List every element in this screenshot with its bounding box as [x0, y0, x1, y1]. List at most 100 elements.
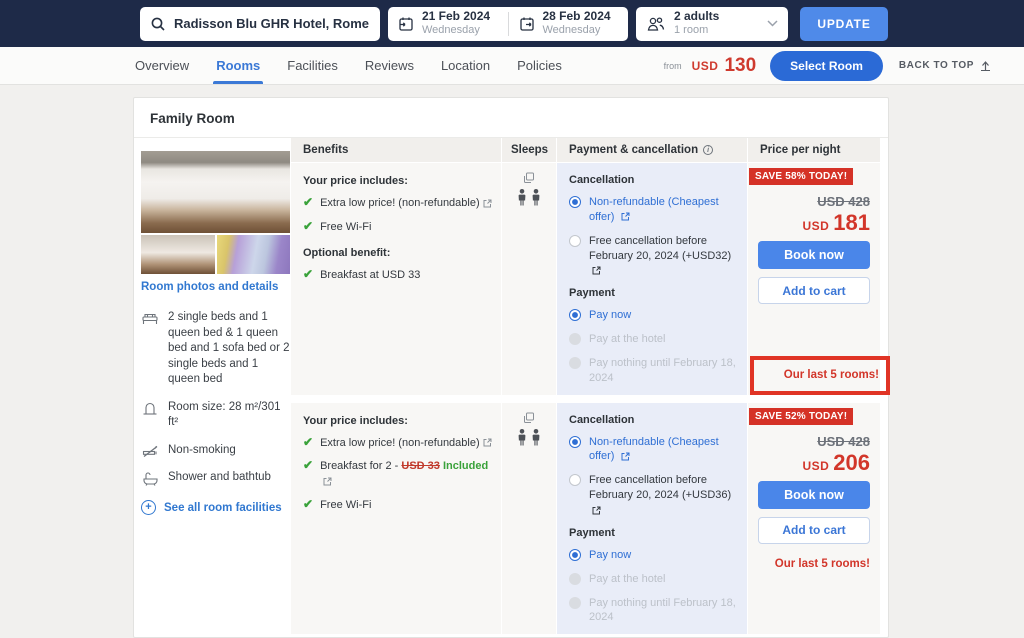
calendar-checkin-icon [397, 15, 415, 33]
room-subnav: Overview Rooms Facilities Reviews Locati… [0, 47, 1024, 85]
back-to-top-button[interactable]: BACK TO TOP [899, 59, 992, 72]
arrow-up-icon [979, 59, 992, 72]
radio-free-cancellation[interactable]: Free cancellation before February 20, 20… [569, 473, 739, 518]
radio-disabled-icon [569, 333, 581, 345]
tab-overview[interactable]: Overview [135, 47, 189, 84]
external-link-icon[interactable] [621, 212, 630, 221]
from-currency: USD [692, 59, 719, 73]
hotel-search-value: Radisson Blu GHR Hotel, Rome [174, 16, 369, 31]
hotel-search-field[interactable]: Radisson Blu GHR Hotel, Rome [140, 7, 380, 41]
benefit-free-wifi: ✔ Free Wi-Fi [303, 220, 493, 235]
non-smoking-text: Non-smoking [168, 443, 236, 459]
external-link-icon[interactable] [592, 266, 601, 275]
rate1-price-cell: SAVE 58% TODAY! USD 428 USD 181 Book now… [748, 163, 880, 395]
radio-pay-now[interactable]: Pay now [569, 308, 739, 323]
includes-label: Your price includes: [303, 415, 493, 427]
add-to-cart-button[interactable]: Add to cart [758, 277, 870, 304]
radio-non-refundable[interactable]: Non-refundable (Cheapest offer) [569, 195, 739, 225]
save-badge: SAVE 58% TODAY! [749, 168, 853, 185]
update-button[interactable]: UPDATE [800, 7, 888, 41]
radio-unselected-icon [569, 474, 581, 486]
check-icon: ✔ [303, 436, 313, 449]
room-photo-thumb-2[interactable] [217, 235, 291, 274]
radio-free-cancellation[interactable]: Free cancellation before February 20, 20… [569, 234, 739, 279]
radio-pay-now[interactable]: Pay now [569, 548, 739, 563]
rate1-sleeps-cell [502, 163, 556, 395]
radio-selected-icon [569, 196, 581, 208]
check-icon: ✔ [303, 196, 313, 209]
bed-configuration-text: 2 single beds and 1 queen bed & 1 queen … [168, 310, 291, 388]
external-link-icon[interactable] [592, 506, 601, 515]
shower-icon [141, 471, 159, 486]
radio-selected-icon [569, 549, 581, 561]
rate2-benefits-cell: Your price includes: ✔ Extra low price! … [291, 403, 501, 635]
rates-table: Benefits Sleeps Payment & cancellation i… [291, 138, 880, 634]
room-card-family-room: Family Room Room photos and details [133, 97, 889, 638]
radio-disabled-icon [569, 597, 581, 609]
room-title: Family Room [150, 111, 872, 126]
checkout-date: 28 Feb 2024 [543, 10, 611, 24]
occupancy-selector[interactable]: 2 adults 1 room [636, 7, 788, 41]
payment-label: Payment [569, 527, 739, 539]
checkin-field[interactable]: 21 Feb 2024 Wednesday [388, 10, 508, 36]
check-icon: ✔ [303, 498, 313, 511]
payment-label: Payment [569, 287, 739, 299]
radio-disabled-icon [569, 573, 581, 585]
tab-location[interactable]: Location [441, 47, 490, 84]
date-range-picker: 21 Feb 2024 Wednesday 28 Feb 2024 Wednes… [388, 7, 628, 41]
room-photo-main[interactable] [141, 151, 290, 233]
benefit-breakfast-optional: ✔ Breakfast at USD 33 [303, 268, 493, 283]
current-price: USD 206 [802, 452, 870, 474]
room-size-text: Room size: 28 m²/301 ft² [168, 400, 291, 431]
radio-selected-icon [569, 436, 581, 448]
column-header-benefits: Benefits [291, 138, 501, 162]
tab-rooms[interactable]: Rooms [216, 47, 260, 84]
see-all-facilities-link[interactable]: + See all room facilities [141, 500, 291, 515]
tab-policies[interactable]: Policies [517, 47, 562, 84]
external-link-icon[interactable] [323, 477, 332, 486]
checkin-date: 21 Feb 2024 [422, 10, 490, 24]
checkout-field[interactable]: 28 Feb 2024 Wednesday [509, 10, 629, 36]
rate2-price-cell: SAVE 52% TODAY! USD 428 USD 206 Book now… [748, 403, 880, 635]
nav-right: from USD 130 Select Room BACK TO TOP [664, 51, 992, 81]
guests-count: 2 adults [674, 10, 759, 24]
occupancy-details-icon[interactable] [523, 172, 535, 184]
radio-unselected-icon [569, 235, 581, 247]
sleeps-two-adults-icon [517, 429, 541, 446]
check-icon: ✔ [303, 268, 313, 281]
tab-reviews[interactable]: Reviews [365, 47, 414, 84]
room-photos-link[interactable]: Room photos and details [141, 281, 291, 293]
room-photos[interactable] [141, 151, 290, 274]
bed-configuration: 2 single beds and 1 queen bed & 1 queen … [141, 310, 291, 388]
book-now-button[interactable]: Book now [758, 241, 870, 269]
external-link-icon[interactable] [483, 438, 492, 447]
non-smoking: Non-smoking [141, 443, 291, 459]
book-now-button[interactable]: Book now [758, 481, 870, 509]
main-content: Family Room Room photos and details [0, 85, 1024, 638]
includes-label: Your price includes: [303, 175, 493, 187]
room-photo-thumb-1[interactable] [141, 235, 215, 274]
search-icon [150, 16, 166, 32]
save-badge: SAVE 52% TODAY! [749, 408, 853, 425]
optional-benefit-label: Optional benefit: [303, 247, 493, 259]
benefit-extra-low-price: ✔ Extra low price! (non-refundable) [303, 436, 493, 451]
checkin-day: Wednesday [422, 24, 490, 37]
no-smoking-icon [141, 444, 159, 458]
info-icon[interactable]: i [703, 145, 713, 155]
tab-facilities[interactable]: Facilities [287, 47, 338, 84]
old-price: USD 428 [817, 194, 870, 209]
section-tabs: Overview Rooms Facilities Reviews Locati… [135, 47, 562, 84]
select-room-button[interactable]: Select Room [770, 51, 883, 81]
plus-circle-icon: + [141, 500, 156, 515]
add-to-cart-button[interactable]: Add to cart [758, 517, 870, 544]
room-size-icon [141, 401, 159, 416]
see-all-facilities-label: See all room facilities [164, 502, 282, 514]
radio-selected-icon [569, 309, 581, 321]
shower-bathtub: Shower and bathtub [141, 470, 291, 486]
radio-non-refundable[interactable]: Non-refundable (Cheapest offer) [569, 435, 739, 465]
occupancy-details-icon[interactable] [523, 412, 535, 424]
from-price: 130 [724, 55, 756, 77]
rate-row-1: Your price includes: ✔ Extra low price! … [291, 163, 880, 395]
external-link-icon[interactable] [621, 452, 630, 461]
external-link-icon[interactable] [483, 199, 492, 208]
